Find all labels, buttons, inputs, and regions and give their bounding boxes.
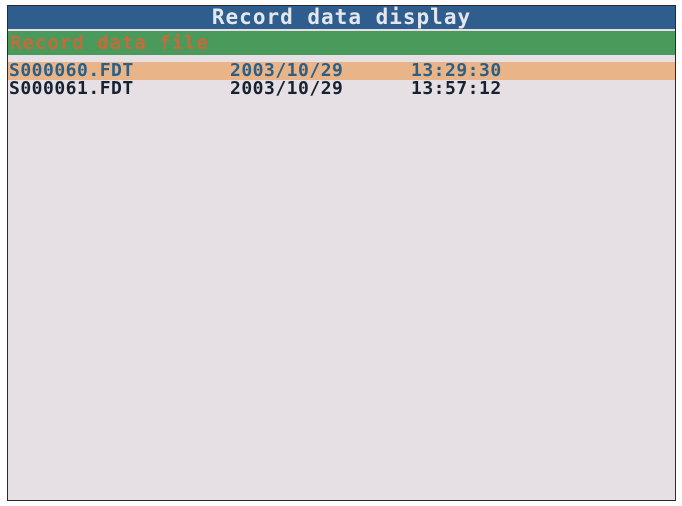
screen-title: Record data display: [8, 6, 675, 29]
section-header: Record data file: [8, 31, 675, 55]
file-date: 2003/10/29: [230, 78, 344, 99]
device-screen: Record data display Record data file S00…: [7, 5, 676, 501]
file-time: 13:57:12: [411, 78, 502, 99]
file-list: S000060.FDT 2003/10/29 13:29:30 S000061.…: [8, 62, 675, 98]
file-name: S000061.FDT: [9, 78, 134, 99]
file-row[interactable]: S000061.FDT 2003/10/29 13:57:12: [8, 80, 675, 98]
